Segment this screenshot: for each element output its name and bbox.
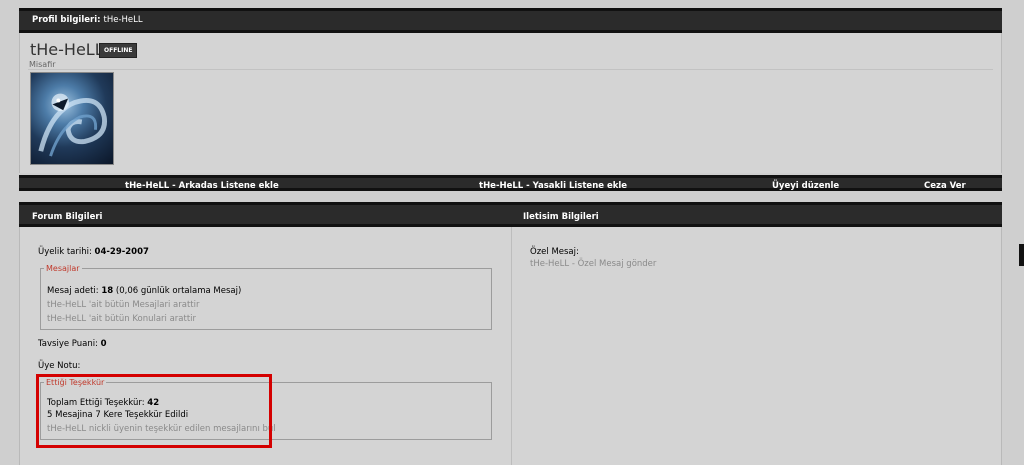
forum-info-title: Forum Bilgileri (32, 212, 103, 222)
avatar (30, 72, 114, 165)
rank-divider (28, 69, 993, 70)
profile-header-label: Profil bilgileri: (32, 15, 101, 25)
pm-label: Özel Mesaj: (530, 247, 579, 257)
info-content: Üyelik tarihi: 04-29-2007 Mesajlar Mesaj… (19, 227, 1002, 465)
reputation-value: 0 (100, 339, 107, 349)
username: tHe-HeLL (30, 40, 104, 59)
user-rank: Misafir (29, 60, 56, 69)
join-date-value: 04-29-2007 (94, 247, 149, 257)
pm-link[interactable]: tHe-HeLL - Özel Mesaj gönder (530, 259, 656, 269)
status-badge: OFFLINE (99, 43, 138, 58)
info-section-bar: Forum Bilgileri Iletisim Bilgileri (19, 202, 1002, 227)
column-divider (511, 227, 512, 465)
profile-header-bar: Profil bilgileri: tHe-HeLL (19, 8, 1002, 33)
avatar-image (38, 93, 107, 157)
post-count-row: Mesaj adeti: 18 (0,06 günlük ortalama Me… (47, 286, 241, 296)
profile-box: tHe-HeLL OFFLINE Misafir (19, 33, 1002, 173)
profile-header-name: tHe-HeLL (103, 15, 143, 25)
post-count-note: (0,06 günlük ortalama Mesaj) (115, 286, 242, 296)
scrollbar-fragment (1019, 244, 1024, 266)
member-note-label: Üye Notu: (38, 361, 81, 371)
join-date-row: Üyelik tarihi: 04-29-2007 (38, 247, 149, 257)
post-count-label: Mesaj adeti: (47, 286, 99, 296)
highlight-box (36, 374, 272, 448)
reputation-row: Tavsiye Puani: 0 (38, 339, 107, 349)
search-posts-link[interactable]: tHe-HeLL 'ait bütün Mesajlari arattir (47, 300, 199, 310)
search-threads-link[interactable]: tHe-HeLL 'ait bütün Konulari arattir (47, 314, 196, 324)
reputation-label: Tavsiye Puani: (38, 339, 98, 349)
contact-info-title: Iletisim Bilgileri (523, 212, 599, 222)
edit-user-link[interactable]: Üyeyi düzenle (772, 181, 839, 191)
add-ignore-link[interactable]: tHe-HeLL - Yasakli Listene ekle (479, 181, 627, 191)
profile-actions-bar: tHe-HeLL - Arkadas Listene ekle tHe-HeLL… (19, 175, 1002, 191)
penalty-link[interactable]: Ceza Ver (924, 181, 966, 191)
join-date-label: Üyelik tarihi: (38, 247, 92, 257)
add-friend-link[interactable]: tHe-HeLL - Arkadas Listene ekle (125, 181, 279, 191)
messages-legend: Mesajlar (46, 264, 80, 273)
messages-fieldset: Mesajlar Mesaj adeti: 18 (0,06 günlük or… (40, 264, 492, 330)
post-count-value: 18 (101, 286, 114, 296)
